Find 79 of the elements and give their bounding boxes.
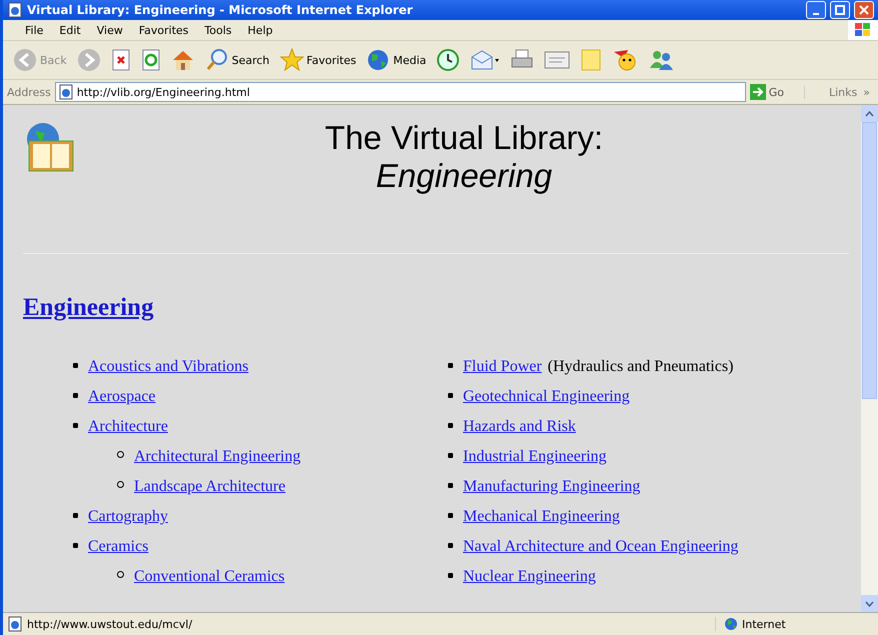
link[interactable]: Architecture: [88, 418, 168, 436]
zone-label: Internet: [742, 618, 786, 630]
page-icon: [7, 616, 23, 632]
link[interactable]: Hazards and Risk: [463, 418, 576, 436]
bullet-icon: [448, 573, 453, 578]
bullet-icon: [117, 481, 124, 488]
bullet-icon: [73, 543, 78, 548]
link[interactable]: Ceramics: [88, 538, 148, 556]
menu-item[interactable]: Favorites: [130, 24, 197, 36]
people-icon: [648, 48, 674, 72]
bullet-icon: [448, 423, 453, 428]
globe-icon: [366, 48, 390, 72]
stop-icon: [110, 49, 131, 71]
arrow-icon: [750, 84, 766, 100]
section-heading-link[interactable]: Engineering: [23, 294, 154, 322]
link[interactable]: Conventional Ceramics: [134, 568, 285, 586]
window-title: Virtual Library: Engineering - Microsoft Internet Explorer: [27, 3, 414, 17]
menu-item[interactable]: Tools: [196, 24, 240, 36]
link[interactable]: Fluid Power: [463, 358, 542, 376]
address-label: Address: [7, 86, 51, 98]
bullet-icon: [73, 513, 78, 518]
bullet-icon: [73, 393, 78, 398]
page-subtitle: Engineering: [374, 157, 554, 195]
bullet-icon: [448, 543, 453, 548]
maximize-button[interactable]: [830, 1, 850, 19]
search-icon: [204, 48, 229, 72]
envelope-icon: [470, 49, 500, 71]
bullet-icon: [73, 423, 78, 428]
page-icon: [58, 84, 74, 100]
link[interactable]: Cartography: [88, 508, 168, 526]
address-field[interactable]: http://vlib.org/Engineering.html: [54, 82, 746, 102]
link[interactable]: Nuclear Engineering: [463, 568, 596, 586]
link[interactable]: Landscape Architecture: [134, 478, 286, 496]
windows-logo-icon: [848, 20, 878, 40]
minimize-icon: [813, 13, 819, 15]
go-button[interactable]: Go: [750, 84, 800, 100]
media-button[interactable]: Media: [364, 46, 428, 74]
page-title: The Virtual Library:: [324, 119, 604, 157]
document-icon: [544, 49, 570, 71]
note-icon: [580, 48, 602, 72]
link[interactable]: Industrial Engineering: [463, 448, 607, 466]
close-icon: [859, 5, 869, 15]
favorites-button[interactable]: Favorites: [278, 46, 358, 74]
menu-item[interactable]: File: [17, 24, 52, 36]
link[interactable]: Architectural Engineering: [134, 448, 301, 466]
smiley-icon: [612, 48, 638, 72]
globe-icon: [724, 617, 738, 631]
close-button[interactable]: [854, 1, 874, 19]
menu-item[interactable]: Help: [240, 24, 281, 36]
refresh-icon: [140, 49, 161, 71]
down-chevron-icon: [865, 600, 874, 606]
link[interactable]: Aerospace: [88, 388, 156, 406]
browser-icon: [7, 2, 23, 18]
minimize-button[interactable]: [806, 1, 826, 19]
link-note: (Hydraulics and Pneumatics): [548, 358, 734, 376]
search-button[interactable]: Search: [202, 46, 272, 74]
bullet-icon: [448, 363, 453, 368]
bullet-icon: [448, 513, 453, 518]
bullet-icon: [448, 393, 453, 398]
maximize-icon: [835, 5, 845, 15]
bullet-icon: [448, 453, 453, 458]
star-icon: [280, 48, 304, 72]
bullet-icon: [117, 571, 124, 578]
house-icon: [170, 48, 195, 72]
menu-item[interactable]: View: [88, 24, 131, 36]
link[interactable]: Geotechnical Engineering: [463, 388, 630, 406]
scrollbar[interactable]: [861, 105, 878, 612]
link[interactable]: Naval Architecture and Ocean Engineering: [463, 538, 738, 556]
bullet-icon: [117, 451, 124, 458]
link[interactable]: Manufacturing Engineering: [463, 478, 640, 496]
bullet-icon: [448, 483, 453, 488]
status-text: http://www.uwstout.edu/mcvl/: [27, 618, 194, 630]
link[interactable]: Mechanical Engineering: [463, 508, 620, 526]
link[interactable]: Acoustics and Vibrations: [88, 358, 248, 376]
menu-item[interactable]: Edit: [51, 24, 89, 36]
links-button[interactable]: Links »: [804, 86, 874, 98]
up-chevron-icon: [865, 110, 874, 116]
clock-icon: [436, 48, 460, 72]
bullet-icon: [73, 363, 78, 368]
